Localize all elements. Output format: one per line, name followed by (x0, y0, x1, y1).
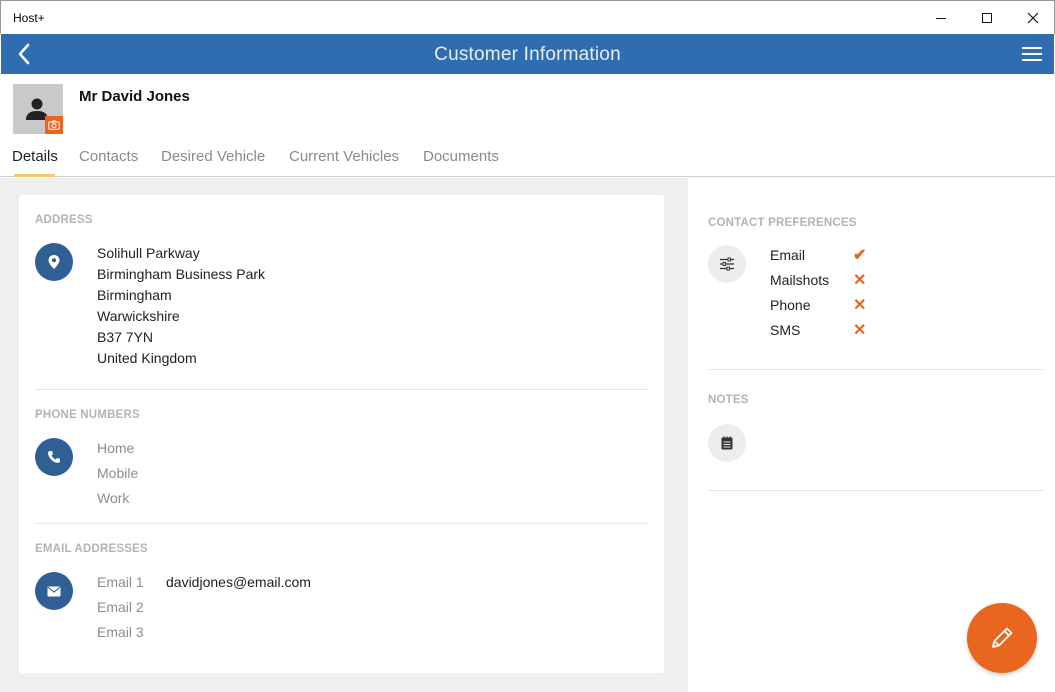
pencil-icon (992, 627, 1013, 648)
hamburger-menu-icon (1022, 47, 1042, 49)
page-title: Customer Information (434, 44, 621, 65)
envelope-icon (47, 586, 61, 596)
pref-label-sms: SMS (770, 322, 801, 338)
notepad-icon (721, 436, 733, 450)
divider (35, 523, 648, 524)
app-header: Customer Information (1, 34, 1054, 74)
tab-contacts[interactable]: Contacts (79, 148, 138, 165)
camera-icon (48, 120, 60, 130)
pref-label-email: Email (770, 247, 806, 263)
minimize-icon (936, 17, 946, 19)
pref-label-mailshots: Mailshots (770, 272, 830, 288)
edit-button[interactable] (967, 603, 1037, 673)
avatar[interactable] (13, 84, 63, 134)
email-value-1[interactable]: davidjones@email.com (166, 574, 311, 590)
email-label-3: Email 3 (97, 624, 144, 640)
phone-label-mobile: Mobile (97, 465, 139, 481)
contact-preferences-label: CONTACT PREFERENCES (708, 217, 857, 229)
email-icon-badge (35, 572, 73, 610)
maximize-icon (982, 13, 992, 23)
menu-button[interactable] (1022, 42, 1046, 66)
address-section-label: ADDRESS (35, 214, 93, 226)
address-line-6: United Kingdom (97, 350, 197, 366)
address-line-4: Warwickshire (97, 308, 180, 324)
address-line-3: Birmingham (97, 287, 172, 303)
sliders-icon (720, 257, 734, 271)
phone-icon (48, 451, 60, 463)
location-pin-icon (48, 255, 60, 269)
preferences-icon-badge (708, 245, 746, 283)
phone-icon-badge (35, 438, 73, 476)
pref-phone-cross-icon[interactable]: ✕ (853, 295, 866, 315)
window-titlebar: Host+ (0, 0, 1055, 34)
details-card: ADDRESS Solihull Parkway Birmingham Busi… (19, 195, 664, 673)
email-label-1: Email 1 (97, 574, 144, 590)
customer-name: Mr David Jones (79, 88, 190, 105)
pref-label-phone: Phone (770, 297, 811, 313)
close-button[interactable] (1010, 1, 1055, 35)
address-line-1: Solihull Parkway (97, 245, 200, 261)
tab-documents[interactable]: Documents (423, 148, 499, 165)
divider (35, 389, 648, 390)
divider (708, 490, 1044, 491)
notes-button[interactable] (708, 424, 746, 462)
address-line-2: Birmingham Business Park (97, 266, 266, 282)
divider (708, 369, 1044, 370)
pref-sms-cross-icon[interactable]: ✕ (853, 320, 866, 340)
address-line-5: B37 7YN (97, 329, 154, 345)
phone-label-home: Home (97, 440, 135, 456)
details-pane: ADDRESS Solihull Parkway Birmingham Busi… (0, 178, 688, 692)
tab-bar: Details Contacts Desired Vehicle Current… (0, 146, 1055, 177)
tab-details[interactable]: Details (12, 148, 58, 165)
email-label-2: Email 2 (97, 599, 144, 615)
pref-email-check-icon[interactable]: ✔ (853, 245, 866, 265)
minimize-button[interactable] (918, 1, 964, 35)
change-photo-button[interactable] (45, 116, 63, 134)
pref-mailshots-cross-icon[interactable]: ✕ (853, 270, 866, 290)
close-icon (1027, 12, 1039, 24)
window-title: Host+ (13, 11, 45, 25)
phone-section-label: PHONE NUMBERS (35, 409, 140, 421)
phone-label-work: Work (97, 490, 130, 506)
tab-current-vehicles[interactable]: Current Vehicles (289, 148, 399, 165)
email-section-label: EMAIL ADDRESSES (35, 543, 148, 555)
tab-desired-vehicle[interactable]: Desired Vehicle (161, 148, 265, 165)
maximize-button[interactable] (964, 1, 1010, 35)
address-icon-badge (35, 243, 73, 281)
active-tab-indicator (14, 174, 55, 177)
notes-label: NOTES (708, 394, 749, 406)
